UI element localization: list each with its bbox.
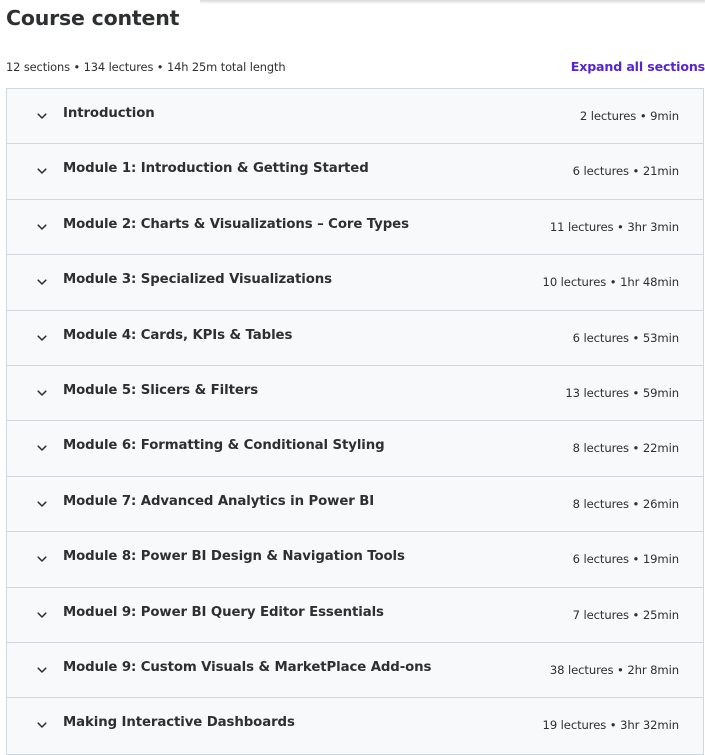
section-title: Module 5: Slicers & Filters [63, 382, 259, 398]
section-lecture-count: 38 lectures • 2hr 8min [549, 662, 679, 677]
section-title: Module 3: Specialized Visualizations [63, 272, 332, 288]
section-lecture-count: 11 lectures • 3hr 3min [549, 219, 679, 234]
section-lecture-count: 8 lectures • 26min [572, 496, 680, 511]
section-title: Module 9: Custom Visuals & MarketPlace A… [63, 659, 432, 675]
section-title: Module 1: Introduction & Getting Started [63, 161, 369, 177]
section-lecture-count: 2 lectures • 9min [579, 109, 679, 123]
section-header[interactable]: Making Interactive Dashboards 19 lectures… [7, 698, 703, 754]
chevron-down-icon[interactable] [36, 664, 48, 676]
section-header[interactable]: Module 8: Power BI Design & Navigation T… [7, 532, 703, 588]
section-title: Moduel 9: Power BI Query Editor Essentia… [63, 604, 384, 620]
section-list: Introduction 2 lectures • 9min Module 1: I… [6, 88, 704, 755]
section-header[interactable]: Module 3: Specialized Visualizations 10 l… [7, 255, 703, 311]
section-title: Module 7: Advanced Analytics in Power BI [63, 493, 375, 509]
section-header[interactable]: Module 7: Advanced Analytics in Power BI… [7, 476, 703, 533]
section-header[interactable]: Moduel 9: Power BI Query Editor Essentia… [7, 587, 703, 643]
section-lecture-count: 6 lectures • 53min [572, 330, 680, 345]
section-title: Making Interactive Dashboards [63, 715, 295, 731]
section-lecture-count: 6 lectures • 21min [572, 164, 680, 179]
section-lecture-count: 10 lectures • 1hr 48min [542, 275, 680, 290]
course-meta-row: 12 sections • 134 lectures • 14h 25m tot… [6, 59, 705, 79]
section-title: Module 6: Formatting & Conditional Styli… [63, 438, 385, 454]
section-header[interactable]: Module 4: Cards, KPIs & Tables 6 lectures… [7, 310, 703, 366]
section-title: Module 8: Power BI Design & Navigation T… [63, 549, 405, 565]
chevron-down-icon[interactable] [36, 387, 48, 399]
section-lecture-count: 7 lectures • 25min [572, 607, 680, 622]
chevron-down-icon[interactable] [36, 442, 48, 454]
section-lecture-count: 13 lectures • 59min [565, 385, 679, 400]
section-title: Module 4: Cards, KPIs & Tables [63, 327, 293, 343]
chevron-down-icon[interactable] [36, 332, 48, 344]
page-title: Course content [6, 6, 180, 30]
chevron-down-icon[interactable] [36, 276, 48, 288]
chevron-down-icon[interactable] [36, 110, 48, 122]
section-title: Module 2: Charts & Visualizations – Core… [63, 216, 409, 232]
chevron-down-icon[interactable] [36, 165, 48, 177]
section-lecture-count: 8 lectures • 22min [572, 441, 680, 456]
chevron-down-icon[interactable] [36, 498, 48, 510]
section-header[interactable]: Module 2: Charts & Visualizations – Core… [7, 199, 703, 256]
chevron-down-icon[interactable] [36, 609, 48, 621]
section-title: Introduction [63, 106, 155, 121]
chevron-down-icon[interactable] [36, 553, 48, 565]
section-header[interactable]: Module 1: Introduction & Getting Started… [7, 144, 703, 200]
section-header[interactable]: Introduction 2 lectures • 9min [7, 89, 703, 145]
course-summary: 12 sections • 134 lectures • 14h 25m tot… [6, 60, 286, 74]
expand-all-sections-button[interactable]: Expand all sections [571, 59, 705, 74]
section-header[interactable]: Module 5: Slicers & Filters 13 lectures •… [7, 365, 703, 422]
section-header[interactable]: Module 9: Custom Visuals & MarketPlace A… [7, 642, 703, 699]
chevron-down-icon[interactable] [36, 719, 48, 731]
chevron-down-icon[interactable] [36, 221, 48, 233]
header-shadow [200, 0, 705, 4]
section-lecture-count: 6 lectures • 19min [572, 552, 680, 567]
section-header[interactable]: Module 6: Formatting & Conditional Styli… [7, 421, 703, 477]
section-lecture-count: 19 lectures • 3hr 32min [542, 718, 680, 733]
